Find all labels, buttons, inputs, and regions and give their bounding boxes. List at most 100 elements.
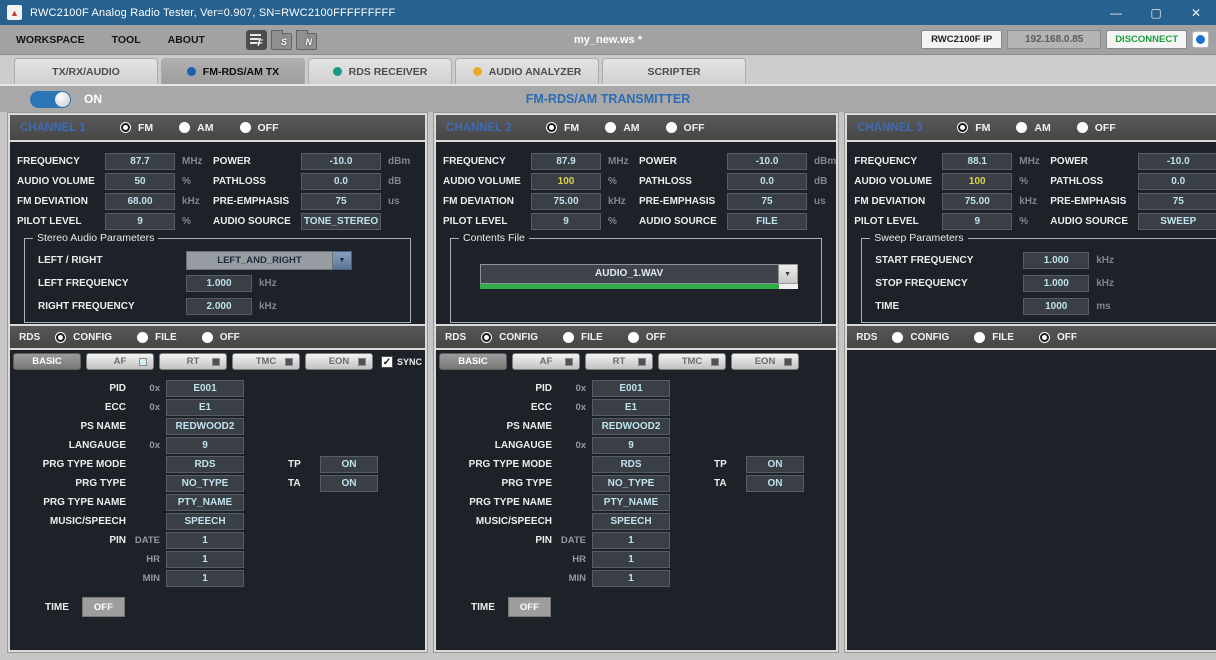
prg-type-field[interactable]: NO_TYPE [592,475,670,492]
rds-tab-af[interactable]: AF [86,353,154,370]
new-workspace-icon[interactable]: N [296,33,317,50]
tab-scripter[interactable]: SCRIPTER [602,58,746,84]
ecc-field[interactable]: E1 [166,399,244,416]
stop-frequency-field[interactable]: 1.000 [1023,275,1089,292]
ch2-rds-option-file[interactable]: FILE [563,332,603,343]
rds-tab-af[interactable]: AF [512,353,580,370]
ch1-rds-option-config[interactable]: CONFIG [55,332,112,343]
ch3-rds-option-off[interactable]: OFF [1039,332,1077,343]
pid-field[interactable]: E001 [592,380,670,397]
prg-type-name-field[interactable]: PTY_NAME [592,494,670,511]
ps-name-field[interactable]: REDWOOD2 [166,418,244,435]
pin-field[interactable]: 1 [166,532,244,549]
ta-field[interactable]: ON [746,475,804,492]
audio-volume-field[interactable]: 50 [105,173,175,190]
rds-tab-rt[interactable]: RT [159,353,227,370]
frequency-field[interactable]: 88.1 [942,153,1012,170]
hr-field[interactable]: 1 [166,551,244,568]
power-field[interactable]: -10.0 [727,153,807,170]
ch3-rds-option-config[interactable]: CONFIG [892,332,949,343]
pathloss-field[interactable]: 0.0 [1138,173,1216,190]
ch3-rds-option-file[interactable]: FILE [974,332,1014,343]
ch1-rds-option-off[interactable]: OFF [202,332,240,343]
prg-type-mode-field[interactable]: RDS [592,456,670,473]
pin-field[interactable]: 1 [592,532,670,549]
rds-tab-eon[interactable]: EON [731,353,799,370]
save-workspace-icon[interactable]: S [271,33,292,50]
hr-field[interactable]: 1 [592,551,670,568]
frequency-field[interactable]: 87.9 [531,153,601,170]
audio-volume-field[interactable]: 100 [942,173,1012,190]
fm-deviation-field[interactable]: 75.00 [942,193,1012,210]
sync-checkbox[interactable]: ✓SYNC [381,356,422,368]
ps-name-field[interactable]: REDWOOD2 [592,418,670,435]
frequency-field[interactable]: 87.7 [105,153,175,170]
power-field[interactable]: -10.0 [301,153,381,170]
ch1-mode-option-fm[interactable]: FM [120,122,153,134]
ch1-mode-option-am[interactable]: AM [179,122,213,134]
langauge-field[interactable]: 9 [592,437,670,454]
audio-source-field[interactable]: TONE_STEREO [301,213,381,230]
tab-audio-analyzer[interactable]: AUDIO ANALYZER [455,58,599,84]
tp-field[interactable]: ON [320,456,378,473]
ch2-mode-option-am[interactable]: AM [605,122,639,134]
rds-tab-eon[interactable]: EON [305,353,373,370]
ecc-field[interactable]: E1 [592,399,670,416]
tab-tx-rx-audio[interactable]: TX/RX/AUDIO [14,58,158,84]
prg-type-mode-field[interactable]: RDS [166,456,244,473]
pre-emphasis-field[interactable]: 75 [301,193,381,210]
pilot-level-field[interactable]: 9 [105,213,175,230]
music-speech-field[interactable]: SPEECH [166,513,244,530]
pathloss-field[interactable]: 0.0 [727,173,807,190]
ta-field[interactable]: ON [320,475,378,492]
menu-workspace[interactable]: WORKSPACE [16,34,85,46]
langauge-field[interactable]: 9 [166,437,244,454]
time-field[interactable]: 1000 [1023,298,1089,315]
disconnect-button[interactable]: DISCONNECT [1106,30,1187,49]
contents-file-dropdown[interactable]: AUDIO_1.WAV▼ [480,264,798,289]
ch2-rds-option-off[interactable]: OFF [628,332,666,343]
ch3-mode-option-off[interactable]: OFF [1077,122,1116,134]
rds-tab-basic[interactable]: BASIC [439,353,507,370]
pid-field[interactable]: E001 [166,380,244,397]
power-field[interactable]: -10.0 [1138,153,1216,170]
time-toggle-button[interactable]: OFF [508,597,551,617]
min-field[interactable]: 1 [166,570,244,587]
min-field[interactable]: 1 [592,570,670,587]
time-toggle-button[interactable]: OFF [82,597,125,617]
ch2-mode-option-fm[interactable]: FM [546,122,579,134]
ch1-rds-option-file[interactable]: FILE [137,332,177,343]
tab-fm-rds-am-tx[interactable]: FM-RDS/AM TX [161,58,305,84]
maximize-button[interactable]: ▢ [1136,0,1176,25]
rds-tab-basic[interactable]: BASIC [13,353,81,370]
pilot-level-field[interactable]: 9 [531,213,601,230]
left-right-dropdown[interactable]: LEFT_AND_RIGHT▼ [186,251,352,270]
ch2-rds-option-config[interactable]: CONFIG [481,332,538,343]
minimize-button[interactable]: — [1096,0,1136,25]
right-frequency-field[interactable]: 2.000 [186,298,252,315]
prg-type-field[interactable]: NO_TYPE [166,475,244,492]
left-frequency-field[interactable]: 1.000 [186,275,252,292]
start-frequency-field[interactable]: 1.000 [1023,252,1089,269]
music-speech-field[interactable]: SPEECH [592,513,670,530]
rds-tab-tmc[interactable]: TMC [232,353,300,370]
rds-tab-rt[interactable]: RT [585,353,653,370]
rds-tab-tmc[interactable]: TMC [658,353,726,370]
menu-about[interactable]: ABOUT [168,34,205,46]
audio-volume-field[interactable]: 100 [531,173,601,190]
fm-deviation-field[interactable]: 68.00 [105,193,175,210]
pilot-level-field[interactable]: 9 [942,213,1012,230]
audio-source-field[interactable]: SWEEP [1138,213,1216,230]
ch1-mode-option-off[interactable]: OFF [240,122,279,134]
pre-emphasis-field[interactable]: 75 [727,193,807,210]
pre-emphasis-field[interactable]: 75 [1138,193,1216,210]
audio-source-field[interactable]: FILE [727,213,807,230]
menu-tool[interactable]: TOOL [112,34,141,46]
tp-field[interactable]: ON [746,456,804,473]
ch3-mode-option-fm[interactable]: FM [957,122,990,134]
prg-type-name-field[interactable]: PTY_NAME [166,494,244,511]
ch3-mode-option-am[interactable]: AM [1016,122,1050,134]
close-button[interactable]: ✕ [1176,0,1216,25]
fm-deviation-field[interactable]: 75.00 [531,193,601,210]
tab-rds-receiver[interactable]: RDS RECEIVER [308,58,452,84]
